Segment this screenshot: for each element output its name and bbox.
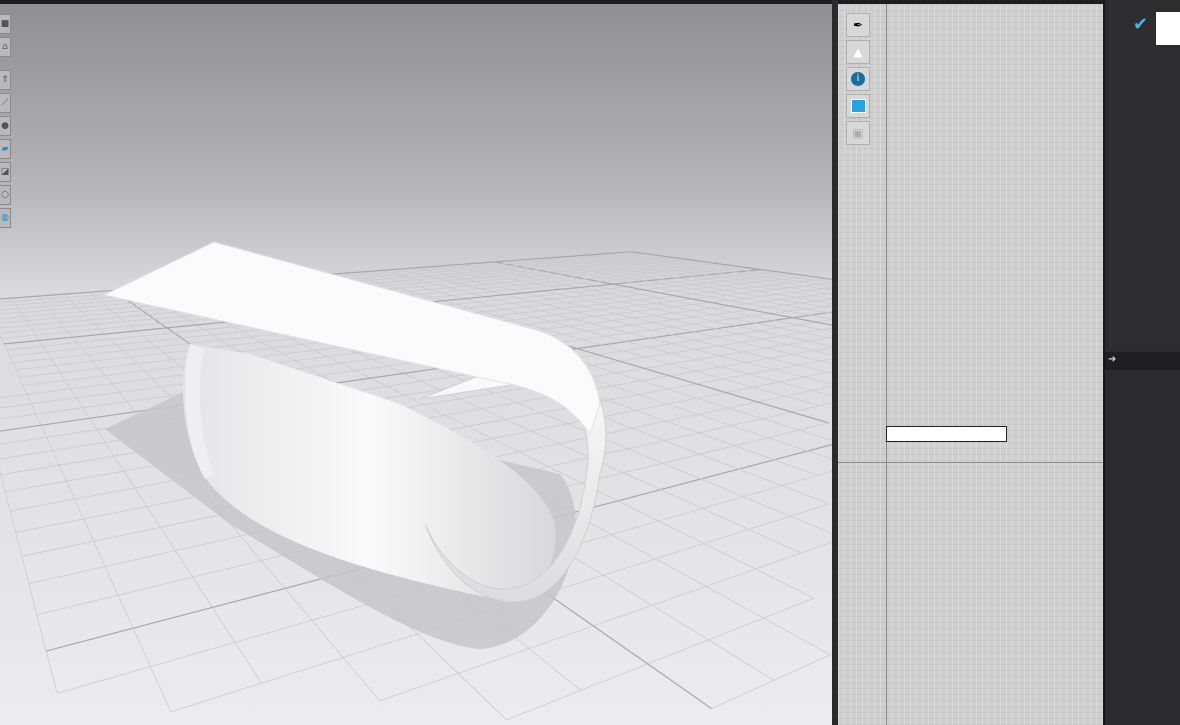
color-swatch[interactable] [1156, 12, 1180, 45]
checkmark-icon[interactable]: ✔ [1133, 16, 1148, 34]
fabric-dark-icon[interactable]: ◪ [0, 162, 11, 182]
avatar-icon[interactable]: ● [0, 116, 11, 136]
shirt-outline-icon[interactable]: ⌂ [0, 37, 11, 57]
globe-icon[interactable]: ◍ [0, 208, 11, 228]
grid-line [566, 256, 832, 300]
grid-line [592, 254, 832, 291]
expand-arrow-icon[interactable]: ➜ [1108, 355, 1116, 365]
property-side-panel: ✔ ➜ [1103, 0, 1180, 725]
shirt-edit-icon[interactable]: ⟋ [0, 93, 11, 113]
viewport-toolbar: ■ ⌂ ⇑ ⟋ ● ▰ ◪ ○ ◍ [0, 14, 12, 231]
3d-scene[interactable] [0, 4, 832, 725]
needle-visibility-icon[interactable]: ✒ [846, 13, 870, 37]
horizontal-axis-line [838, 462, 1103, 463]
fabric-icon[interactable] [846, 94, 870, 118]
shirt-icon[interactable]: ⇑ [0, 70, 11, 90]
grid-line [711, 654, 831, 709]
info-visibility-icon[interactable]: i [846, 67, 870, 91]
vertical-axis-line [886, 4, 887, 725]
pattern-toolbar: ✒ ▲ i ▣ [846, 13, 870, 148]
fabric-blue-icon[interactable]: ▰ [0, 139, 11, 159]
3d-viewport[interactable]: ■ ⌂ ⇑ ⟋ ● ▰ ◪ ○ ◍ [0, 4, 832, 725]
toolbar-gap [0, 60, 12, 70]
2d-pattern-window[interactable]: ✒ ▲ i ▣ [838, 4, 1103, 725]
side-panel-top-section: ✔ [1110, 0, 1180, 347]
grid-line [0, 470, 58, 694]
pattern-piece[interactable] [886, 426, 1007, 442]
garment-visibility-icon[interactable]: ▲ [846, 40, 870, 64]
lock-garment-icon[interactable]: ▣ [846, 121, 870, 145]
grid-line [506, 597, 815, 721]
collapsible-section-header[interactable]: ➜ [1105, 352, 1180, 370]
avatar-ghost-icon[interactable]: ○ [0, 185, 11, 205]
box-view-icon[interactable]: ■ [0, 14, 11, 34]
